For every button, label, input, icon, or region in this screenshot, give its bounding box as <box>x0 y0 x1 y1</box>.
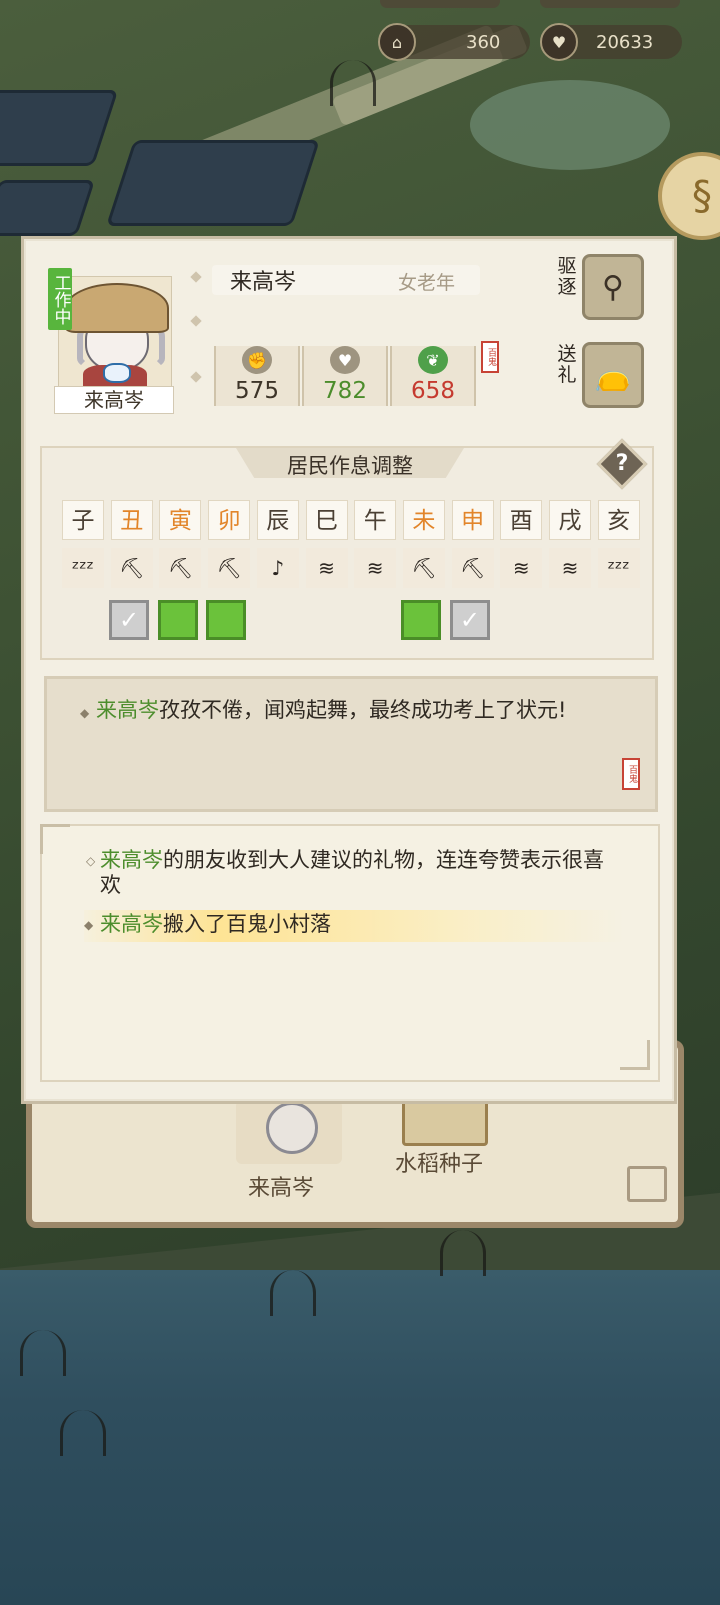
work-activity-icon[interactable]: ⛏ <box>208 548 251 588</box>
hour-cell[interactable]: 子 <box>62 500 104 540</box>
work-activity-icon[interactable]: ⛏ <box>451 548 494 588</box>
broom-icon: ⚲ <box>602 269 624 305</box>
eat-activity-icon[interactable]: ≋ <box>305 548 348 588</box>
resource-value: 20633 <box>596 31 654 53</box>
hour-cell[interactable]: 寅 <box>159 500 202 540</box>
hour-cell[interactable]: 辰 <box>256 500 299 540</box>
work-activity-icon[interactable]: ⛏ <box>159 548 202 588</box>
hour-cell[interactable]: 巳 <box>305 500 348 540</box>
log-character-name: 来高岑 <box>100 848 163 872</box>
work-activity-icon[interactable]: ⛏ <box>402 548 445 588</box>
pond <box>470 80 670 170</box>
seal-stamp: 百鬼 <box>622 758 640 790</box>
gift-bag-icon: 👝 <box>594 357 632 393</box>
gift-button[interactable]: 👝 <box>582 342 644 408</box>
stat-strength: ✊ 575 <box>214 346 300 406</box>
hour-cell[interactable]: 酉 <box>500 500 543 540</box>
bare-tree <box>60 1410 106 1456</box>
stat-growth: ❦ 658 <box>390 346 476 406</box>
checkmark-slot[interactable]: ✓ <box>109 600 149 640</box>
sleep-activity-icon[interactable]: ᶻᶻᶻ <box>597 548 640 588</box>
gift-label: 送礼 <box>557 343 577 386</box>
corner-ornament <box>620 1040 650 1070</box>
hud-bar-fragment <box>380 0 500 8</box>
diamond-bullet: ◆ <box>80 706 90 720</box>
stat-value: 782 <box>323 378 367 404</box>
log-text: 搬入了百鬼小村落 <box>163 912 331 936</box>
corner-ornament <box>40 824 70 854</box>
character-avatar <box>58 276 172 388</box>
bare-tree <box>270 1270 316 1316</box>
diamond-bullet: ◇ <box>86 854 96 868</box>
checkmark-slot[interactable]: ✓ <box>449 600 490 640</box>
expel-label: 驱逐 <box>557 255 577 298</box>
temple-icon: ⌂ <box>378 23 416 61</box>
stat-value: 575 <box>235 378 279 404</box>
eat-activity-icon[interactable]: ≋ <box>500 548 543 588</box>
hour-cell[interactable]: 丑 <box>110 500 153 540</box>
avatar-straw-hat <box>65 283 169 333</box>
sleep-activity-icon[interactable]: ᶻᶻᶻ <box>62 548 104 588</box>
heart-icon: ♥ <box>540 23 578 61</box>
log-character-name: 来高岑 <box>100 912 163 936</box>
work-activity-icon[interactable]: ⛏ <box>110 548 153 588</box>
resource-value: 360 <box>466 31 501 53</box>
avatar-name-label: 来高岑 <box>54 386 174 414</box>
hour-cell[interactable]: 申 <box>451 500 494 540</box>
diamond-bullet: ◆ <box>84 918 94 932</box>
active-slot[interactable] <box>157 600 198 640</box>
leisure-activity-icon[interactable]: ♪ <box>256 548 299 588</box>
character-type: 女老年 <box>398 272 456 294</box>
story-text: 来高岑孜孜不倦，闻鸡起舞，最终成功考上了状元! <box>96 696 606 724</box>
log-text: 的朋友收到大人建议的礼物，连连夸赞表示很喜欢 <box>100 848 604 897</box>
hour-cell[interactable]: 午 <box>354 500 397 540</box>
background-character-portrait <box>236 1100 342 1164</box>
strength-icon: ✊ <box>242 346 272 374</box>
status-badge: 工作中 <box>48 268 72 330</box>
bare-tree <box>20 1330 66 1376</box>
river-water <box>0 1270 720 1605</box>
corner-ornament <box>627 1166 667 1202</box>
expel-button[interactable]: ⚲ <box>582 254 644 320</box>
seal-stamp: 百鬼 <box>481 341 499 373</box>
background-character-name: 来高岑 <box>248 1176 315 1201</box>
story-character-name: 来高岑 <box>96 698 159 722</box>
active-slot[interactable] <box>206 600 247 640</box>
hour-cell[interactable]: 亥 <box>597 500 640 540</box>
house-roof <box>106 140 320 226</box>
eat-activity-icon[interactable]: ≋ <box>549 548 591 588</box>
story-description: 孜孜不倦，闻鸡起舞，最终成功考上了状元! <box>159 698 567 722</box>
background-item-name: 水稻种子 <box>395 1152 484 1177</box>
hour-cell[interactable]: 戌 <box>549 500 591 540</box>
resource-happiness[interactable]: ♥ 20633 <box>540 23 682 61</box>
hour-cell[interactable]: 未 <box>402 500 445 540</box>
resource-population[interactable]: ⌂ 360 <box>378 23 530 61</box>
help-icon[interactable]: ? <box>604 446 640 482</box>
active-slot[interactable] <box>401 600 442 640</box>
log-entry: 来高岑的朋友收到大人建议的礼物，连连夸赞表示很喜欢 <box>100 848 610 898</box>
rice-seed-icon <box>402 1098 488 1146</box>
bare-tree <box>440 1230 486 1276</box>
sprout-icon: ❦ <box>418 346 448 374</box>
log-entry: 来高岑搬入了百鬼小村落 <box>100 912 610 937</box>
schedule-title: 居民作息调整 <box>287 454 413 478</box>
stat-value: 658 <box>411 378 455 404</box>
hour-cell[interactable]: 卯 <box>208 500 251 540</box>
character-name: 来高岑 <box>230 270 297 295</box>
bare-tree <box>330 60 376 106</box>
avatar-collar <box>103 363 131 383</box>
heart-icon: ♥ <box>330 346 360 374</box>
stat-affection: ♥ 782 <box>302 346 388 406</box>
hud-bar-fragment <box>540 0 680 8</box>
eat-activity-icon[interactable]: ≋ <box>354 548 397 588</box>
